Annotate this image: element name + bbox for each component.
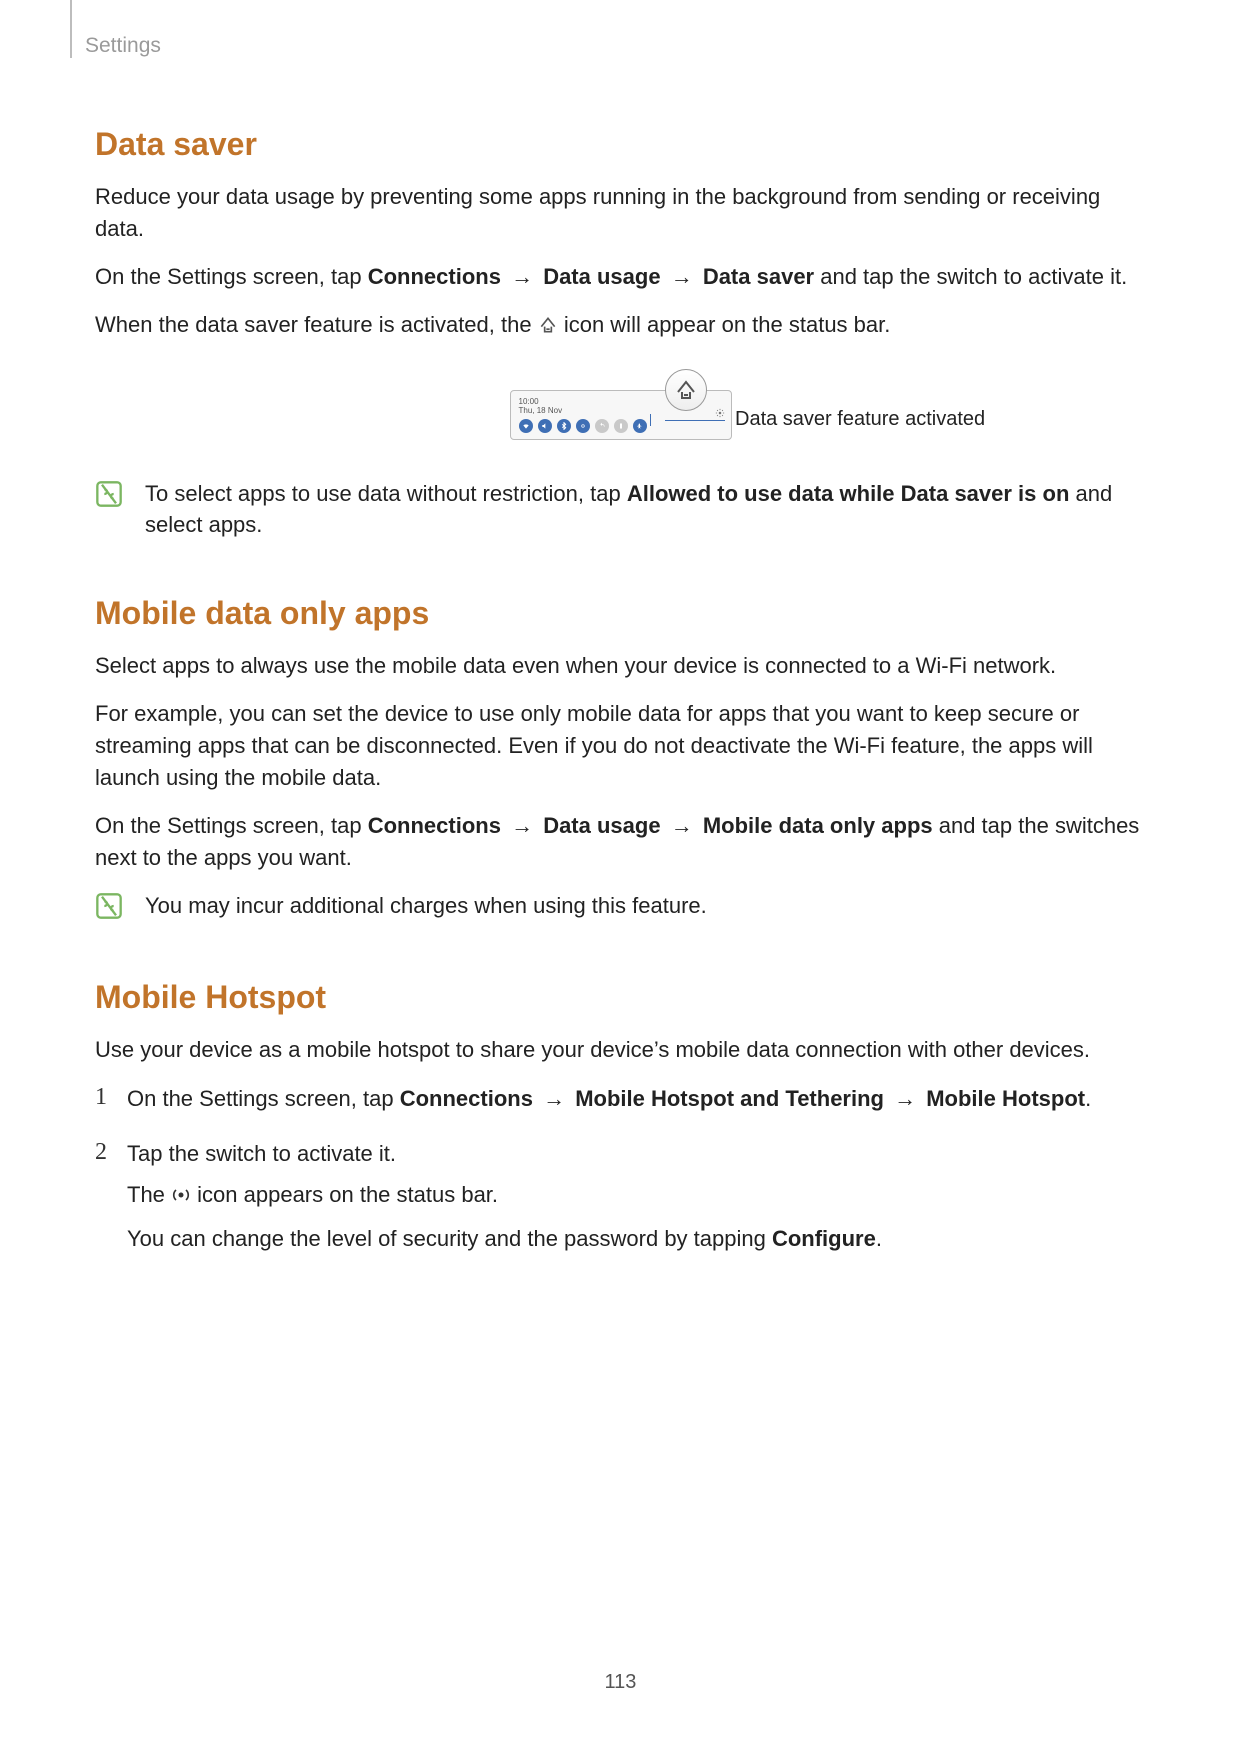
figure-status-bar: 10:00 Thu, 18 Nov Data saver feature act… [95, 370, 1146, 460]
text: On the Settings screen, tap [95, 813, 368, 838]
airplane-icon [633, 419, 647, 433]
bold: Mobile Hotspot and Tethering [575, 1086, 884, 1111]
step-body: On the Settings screen, tap Connections … [127, 1082, 1091, 1115]
text: . [876, 1226, 882, 1251]
heading-mobile-hotspot: Mobile Hotspot [95, 979, 1146, 1016]
text: The [127, 1182, 171, 1207]
text: On the Settings screen, tap [127, 1086, 400, 1111]
note-text: To select apps to use data without restr… [145, 478, 1146, 542]
arrow-icon: → [661, 813, 703, 838]
arrow-icon: → [533, 1086, 575, 1111]
bold: Allowed to use data while Data saver is … [627, 481, 1070, 506]
bold: Configure [772, 1226, 876, 1251]
note-icon [95, 480, 123, 513]
breadcrumb: Settings [85, 34, 1146, 58]
bold: Connections [368, 813, 501, 838]
bluetooth-icon [557, 419, 571, 433]
data-saver-icon [538, 312, 558, 344]
sound-icon [538, 419, 552, 433]
header-rule [70, 0, 72, 58]
paragraph: When the data saver feature is activated… [95, 309, 1146, 344]
note-block: To select apps to use data without restr… [95, 478, 1146, 542]
paragraph: On the Settings screen, tap Connections … [95, 261, 1146, 293]
arrow-icon: → [661, 264, 703, 289]
flashlight-icon [614, 419, 628, 433]
bold: Connections [368, 264, 501, 289]
rotate-icon [595, 419, 609, 433]
step-number: 1 [95, 1082, 113, 1115]
page-number: 113 [0, 1671, 1241, 1694]
location-icon [576, 419, 590, 433]
step-body: Tap the switch to activate it. The icon … [127, 1137, 882, 1263]
heading-mobile-data-only-apps: Mobile data only apps [95, 595, 1146, 632]
text: . [1085, 1086, 1091, 1111]
data-saver-bubble [665, 369, 707, 411]
text: icon will appear on the status bar. [564, 312, 891, 337]
bold: Connections [400, 1086, 533, 1111]
text: Tap the switch to activate it. [127, 1137, 882, 1170]
paragraph: Use your device as a mobile hotspot to s… [95, 1034, 1146, 1066]
leader-line [665, 420, 725, 421]
paragraph: For example, you can set the device to u… [95, 698, 1146, 794]
note-text: You may incur additional charges when us… [145, 890, 707, 922]
text: and tap the switch to activate it. [814, 264, 1127, 289]
arrow-icon: → [501, 264, 543, 289]
paragraph: Select apps to always use the mobile dat… [95, 650, 1146, 682]
note-icon [95, 892, 123, 925]
arrow-icon: → [501, 813, 543, 838]
bold: Data saver [703, 264, 814, 289]
paragraph: On the Settings screen, tap Connections … [95, 810, 1146, 874]
arrow-icon: → [884, 1086, 926, 1111]
step-item: 1 On the Settings screen, tap Connection… [95, 1082, 1146, 1115]
text: On the Settings screen, tap [95, 264, 368, 289]
text: icon appears on the status bar. [197, 1182, 498, 1207]
leader-line [650, 414, 652, 426]
hotspot-icon [171, 1181, 191, 1214]
figure-callout: Data saver feature activated [735, 408, 985, 431]
bold: Data usage [543, 813, 660, 838]
statusbar-mock: 10:00 Thu, 18 Nov [510, 390, 732, 440]
step-number: 2 [95, 1137, 113, 1263]
bold: Mobile data only apps [703, 813, 933, 838]
text: To select apps to use data without restr… [145, 481, 627, 506]
step-item: 2 Tap the switch to activate it. The ico… [95, 1137, 1146, 1263]
heading-data-saver: Data saver [95, 126, 1146, 163]
paragraph: Reduce your data usage by preventing som… [95, 181, 1146, 245]
note-block: You may incur additional charges when us… [95, 890, 1146, 925]
bold: Data usage [543, 264, 660, 289]
bold: Mobile Hotspot [926, 1086, 1085, 1111]
text: You can change the level of security and… [127, 1226, 772, 1251]
wifi-icon [519, 419, 533, 433]
text: When the data saver feature is activated… [95, 312, 538, 337]
